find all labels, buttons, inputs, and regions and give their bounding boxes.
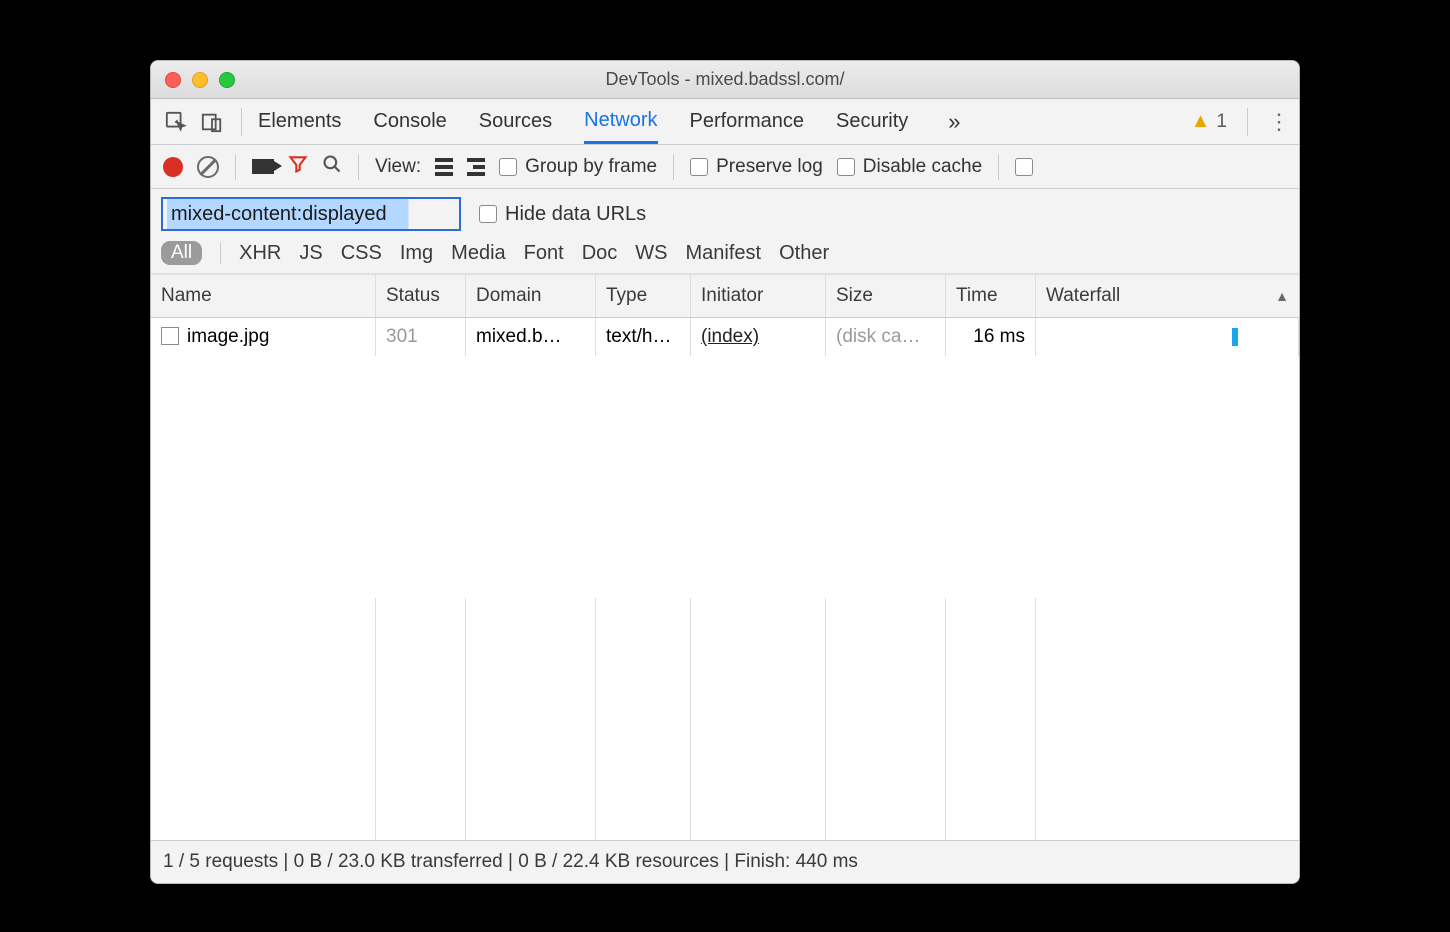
cell-name[interactable]: image.jpg: [151, 318, 376, 356]
cell-domain[interactable]: mixed.b…: [466, 318, 596, 356]
offline-checkbox[interactable]: [1015, 158, 1033, 176]
panel-tabbar: Elements Console Sources Network Perform…: [151, 99, 1299, 145]
filter-pill-doc[interactable]: Doc: [582, 242, 618, 265]
col-initiator[interactable]: Initiator: [691, 275, 826, 317]
table-empty-area: [151, 598, 1299, 840]
status-text: 1 / 5 requests | 0 B / 23.0 KB transferr…: [163, 851, 858, 872]
filter-input[interactable]: [161, 197, 461, 231]
col-status[interactable]: Status: [376, 275, 466, 317]
warning-icon: ▲: [1191, 110, 1211, 133]
group-by-frame-checkbox[interactable]: Group by frame: [499, 156, 657, 178]
tab-sources[interactable]: Sources: [479, 99, 552, 144]
cell-time[interactable]: 16 ms: [946, 318, 1036, 356]
window-title: DevTools - mixed.badssl.com/: [151, 69, 1299, 90]
status-bar: 1 / 5 requests | 0 B / 23.0 KB transferr…: [151, 840, 1299, 883]
large-rows-icon[interactable]: [435, 158, 453, 176]
requests-table-header: Name Status Domain Type Initiator Size T…: [151, 274, 1299, 318]
small-rows-icon[interactable]: [467, 158, 485, 176]
tab-elements[interactable]: Elements: [258, 99, 341, 144]
type-filter-pills: All XHR JS CSS Img Media Font Doc WS Man…: [161, 241, 1289, 265]
record-button[interactable]: [163, 157, 183, 177]
col-waterfall[interactable]: Waterfall▲: [1036, 275, 1299, 317]
devtools-window: DevTools - mixed.badssl.com/ Elements Co…: [150, 60, 1300, 884]
sort-asc-icon: ▲: [1275, 288, 1289, 304]
tab-security[interactable]: Security: [836, 99, 908, 144]
filter-icon[interactable]: [288, 154, 308, 180]
tab-network[interactable]: Network: [584, 99, 657, 144]
filter-pill-css[interactable]: CSS: [341, 242, 382, 265]
filter-pill-img[interactable]: Img: [400, 242, 433, 265]
inspect-element-icon[interactable]: [163, 109, 189, 135]
col-name[interactable]: Name: [151, 275, 376, 317]
filter-pill-media[interactable]: Media: [451, 242, 505, 265]
network-toolbar: View: Group by frame Preserve log Disabl…: [151, 145, 1299, 189]
requests-table-body: image.jpg 301 mixed.b… text/h… (index) (…: [151, 318, 1299, 598]
filter-bar: Hide data URLs All XHR JS CSS Img Media …: [151, 189, 1299, 274]
search-icon[interactable]: [322, 154, 342, 180]
col-time[interactable]: Time: [946, 275, 1036, 317]
col-size[interactable]: Size: [826, 275, 946, 317]
filter-pill-other[interactable]: Other: [779, 242, 829, 265]
col-domain[interactable]: Domain: [466, 275, 596, 317]
warnings-badge[interactable]: ▲ 1: [1191, 110, 1227, 133]
filter-pill-ws[interactable]: WS: [635, 242, 667, 265]
cell-size[interactable]: (disk ca…: [826, 318, 946, 356]
waterfall-bar: [1232, 328, 1238, 346]
filter-pill-xhr[interactable]: XHR: [239, 242, 281, 265]
titlebar: DevTools - mixed.badssl.com/: [151, 61, 1299, 99]
settings-menu-button[interactable]: ⋮: [1268, 109, 1291, 135]
filter-pill-font[interactable]: Font: [524, 242, 564, 265]
filter-pill-all[interactable]: All: [161, 241, 202, 265]
screenshots-button[interactable]: [252, 159, 274, 174]
disable-cache-checkbox[interactable]: Disable cache: [837, 156, 982, 178]
panel-tabs: Elements Console Sources Network Perform…: [258, 99, 961, 144]
file-icon: [161, 327, 179, 345]
device-toolbar-icon[interactable]: [199, 109, 225, 135]
view-label: View:: [375, 156, 421, 178]
tabs-overflow-button[interactable]: »: [948, 109, 960, 135]
cell-type[interactable]: text/h…: [596, 318, 691, 356]
cell-status[interactable]: 301: [376, 318, 466, 356]
cell-waterfall[interactable]: [1036, 318, 1299, 356]
clear-button[interactable]: [197, 156, 219, 178]
col-type[interactable]: Type: [596, 275, 691, 317]
preserve-log-checkbox[interactable]: Preserve log: [690, 156, 823, 178]
tab-console[interactable]: Console: [373, 99, 446, 144]
filter-pill-manifest[interactable]: Manifest: [685, 242, 761, 265]
hide-data-urls-checkbox[interactable]: Hide data URLs: [479, 203, 646, 226]
cell-initiator[interactable]: (index): [691, 318, 826, 356]
warnings-count: 1: [1216, 111, 1227, 133]
tab-performance[interactable]: Performance: [690, 99, 805, 144]
filter-pill-js[interactable]: JS: [299, 242, 322, 265]
